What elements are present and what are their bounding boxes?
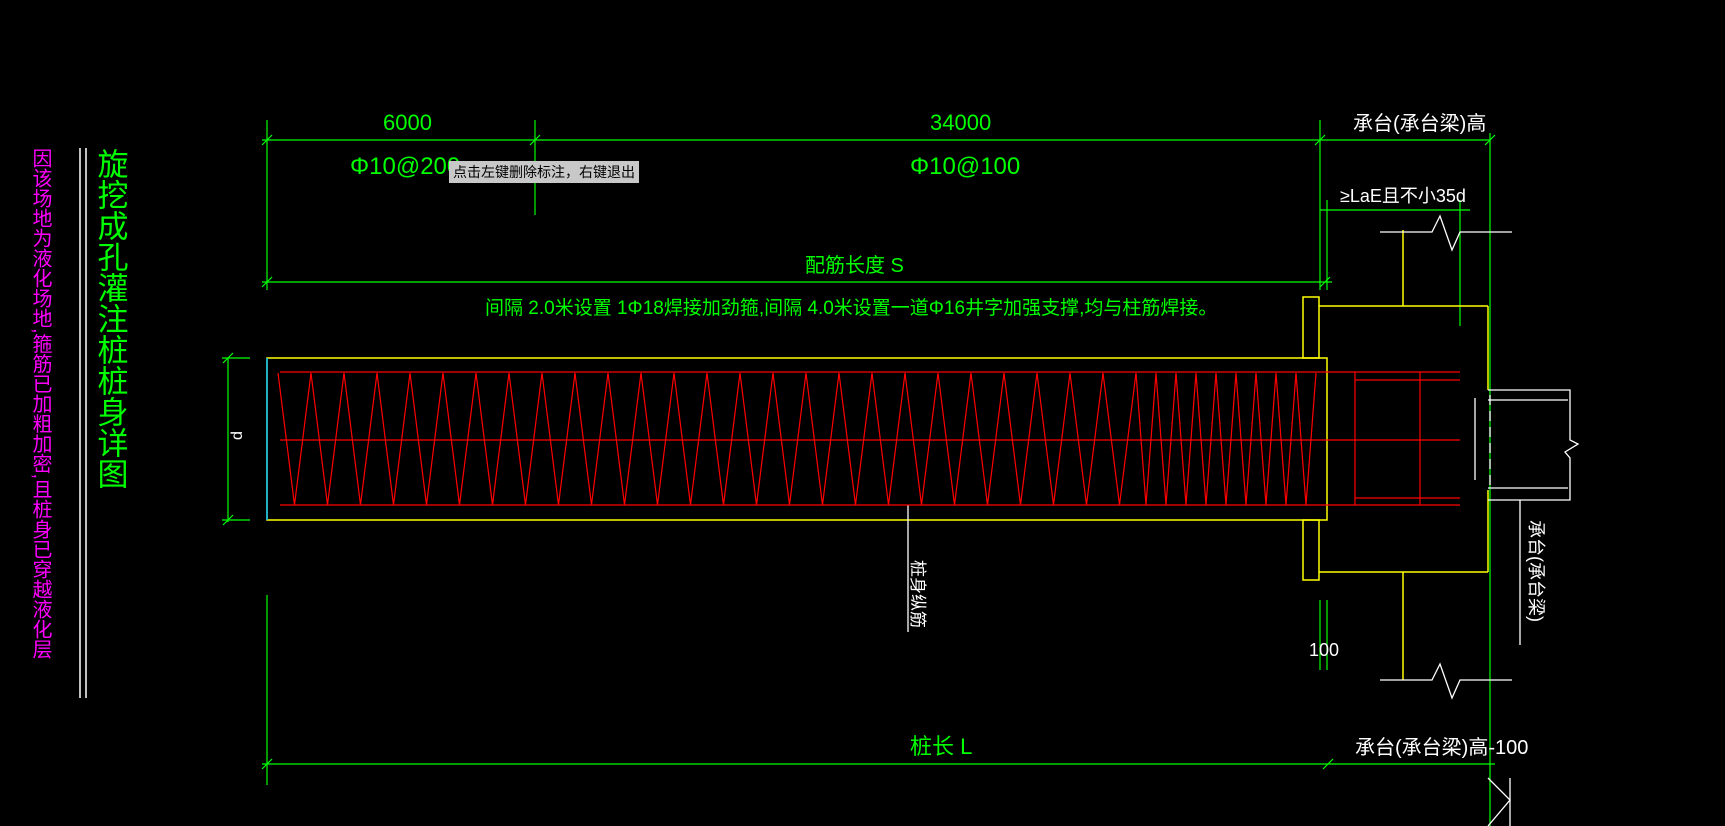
delete-annotation-tooltip: 点击左键删除标注，右键退出 xyxy=(449,161,639,183)
cap-side-label: 承台(承台梁) xyxy=(1526,520,1546,622)
dim-34000-label: 34000 xyxy=(930,110,991,135)
drawing-title: 旋挖成孔灌注桩桩身详图 xyxy=(93,148,129,489)
spiral-rebar xyxy=(277,371,1460,506)
cap-height-label: 承台(承台梁)高 xyxy=(1353,112,1486,135)
top-dimension xyxy=(261,120,1496,826)
dim-6000-label: 6000 xyxy=(383,110,432,135)
rebar-length-label: 配筋长度 S xyxy=(805,254,904,277)
cap-height-minus-label: 承台(承台梁)高-100 xyxy=(1355,736,1528,759)
bottom-dimension xyxy=(261,595,1495,785)
rebar-dense-label: Φ10@200 xyxy=(350,153,460,180)
stiffener-note: 间隔 2.0米设置 1Φ18焊接加劲箍,间隔 4.0米设置一道Φ16井字加强支撑… xyxy=(485,297,1217,319)
cad-drawing-canvas[interactable]: 6000 34000 承台(承台梁)高 Φ10@200 Φ10@100 ≥LaE… xyxy=(0,0,1725,826)
cap-column xyxy=(1474,395,1491,485)
d-label: d xyxy=(229,431,246,440)
anchor-label: ≥LaE且不小35d xyxy=(1340,186,1466,206)
anchor-dimension xyxy=(1320,200,1470,326)
dim-100-label: 100 xyxy=(1309,640,1339,660)
pile-detail-drawing: 6000 34000 承台(承台梁)高 Φ10@200 Φ10@100 ≥LaE… xyxy=(29,110,1580,826)
rebar-length-dimension xyxy=(261,276,1332,288)
pile-length-label: 桩长 L xyxy=(910,734,972,759)
rebar-sparse-label: Φ10@100 xyxy=(910,153,1020,180)
longitudinal-rebar-label: 桩身纵筋 xyxy=(908,560,927,628)
liquefaction-note: 因该场地为液化场地,箍筋已加粗加密,且桩身已穿越液化层 xyxy=(29,148,52,659)
title-divider xyxy=(79,148,87,698)
